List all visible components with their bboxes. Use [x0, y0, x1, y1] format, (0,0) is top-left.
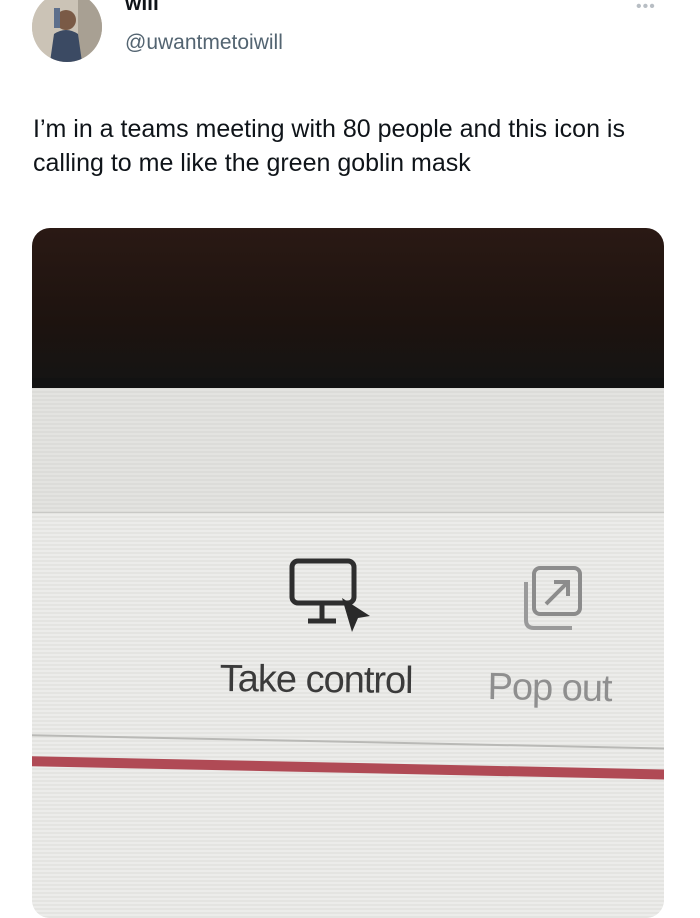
monitor-bezel [32, 378, 664, 388]
more-options-icon[interactable]: ••• [636, 0, 672, 16]
monitor-dark-area [32, 228, 664, 386]
avatar[interactable] [32, 0, 102, 62]
take-control-label: Take control [219, 657, 413, 703]
pop-out-icon [524, 566, 582, 630]
tweet-text: I’m in a teams meeting with 80 people an… [33, 115, 625, 177]
display-name[interactable]: will [125, 0, 159, 16]
user-handle[interactable]: @uwantmetoiwill [125, 31, 283, 55]
pop-out-label: Pop out [487, 665, 612, 711]
tweet-photo[interactable]: Take control Pop out [32, 228, 664, 918]
toolbar-upper-band [32, 388, 664, 513]
monitor-cursor-icon [289, 558, 370, 632]
